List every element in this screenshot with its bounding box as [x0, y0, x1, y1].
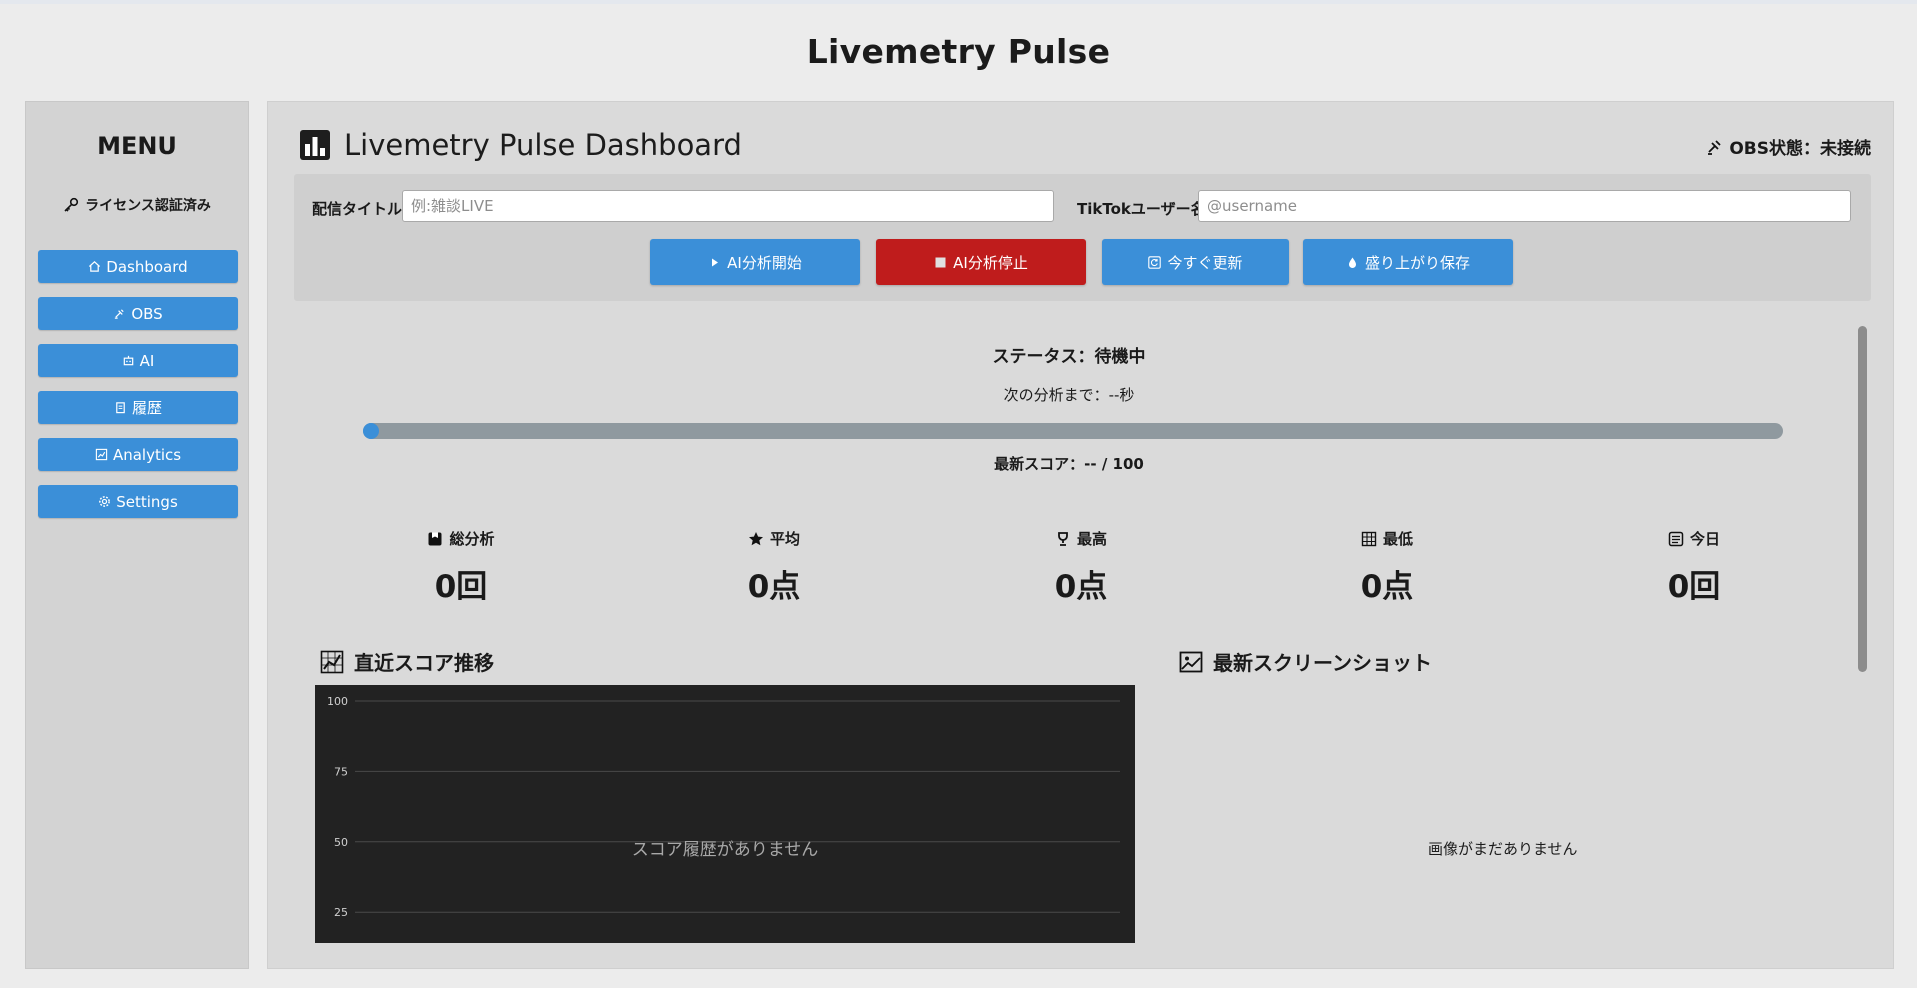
- stat-label: 今日: [1689, 530, 1720, 548]
- key-icon: [64, 197, 79, 212]
- page-title: Livemetry Pulse Dashboard: [344, 128, 742, 162]
- bar-chart-icon: [300, 130, 330, 160]
- app-title: Livemetry Pulse: [806, 32, 1111, 71]
- box-icon: [428, 532, 442, 545]
- screenshot-heading: 最新スクリーンショット: [1179, 647, 1432, 676]
- save-excitement-button[interactable]: 盛り上がり保存: [1303, 239, 1513, 285]
- license-label: ライセンス認証済み: [85, 198, 211, 214]
- gear-icon: [99, 496, 111, 507]
- obs-status-text: OBS状態：未接続: [1729, 139, 1871, 159]
- stream-title-label: 配信タイトル: [312, 200, 403, 218]
- obs-status: OBS状態：未接続: [1705, 134, 1871, 159]
- menu-title: MENU: [97, 132, 177, 160]
- y-tick-label: 50: [334, 836, 348, 849]
- satellite-icon: [1708, 139, 1721, 155]
- drop-icon: [1348, 257, 1356, 268]
- home-icon: [89, 261, 101, 272]
- screenshot-empty-message: 画像がまだありません: [1428, 840, 1578, 858]
- latest-score-text: 最新スコア：-- / 100: [994, 455, 1144, 473]
- start-analysis-label: AI分析開始: [727, 253, 802, 272]
- sidebar-item-dashboard[interactable]: Dashboard: [38, 250, 238, 283]
- robot-icon: [123, 355, 133, 366]
- stat-value: 0回: [434, 569, 488, 605]
- analysis-progress-fill: [363, 423, 379, 439]
- status-text: ステータス：待機中: [992, 347, 1146, 367]
- calendar-icon: [1668, 531, 1684, 546]
- analysis-progress-bar: [363, 423, 1783, 439]
- trophy-icon: [1058, 531, 1068, 546]
- save-excitement-label: 盛り上がり保存: [1364, 253, 1470, 272]
- grid-icon: [1361, 531, 1377, 546]
- satellite-icon: [115, 309, 124, 319]
- score-trend-title: 直近スコア推移: [354, 651, 494, 675]
- stream-title-input[interactable]: [402, 190, 1054, 222]
- sidebar-item-label: Analytics: [112, 445, 182, 464]
- sidebar-nav: Dashboard OBS AI 履歴 Analytics Settings: [38, 250, 238, 532]
- sidebar-item-label: Dashboard: [106, 257, 188, 276]
- scrollbar-thumb[interactable]: [1858, 326, 1867, 672]
- score-trend-heading: 直近スコア推移: [320, 647, 494, 676]
- y-tick-label: 75: [334, 765, 348, 778]
- sidebar-item-obs[interactable]: OBS: [38, 297, 238, 330]
- stat-today: 今日 0回: [1594, 528, 1794, 606]
- start-analysis-button[interactable]: AI分析開始: [650, 239, 860, 285]
- dashboard-title: Livemetry Pulse Dashboard: [298, 128, 742, 162]
- sidebar-item-history[interactable]: 履歴: [38, 391, 238, 424]
- star-icon: [748, 531, 763, 545]
- refresh-now-label: 今すぐ更新: [1167, 253, 1243, 272]
- score-trend-chart: 100 75 50 25 スコア履歴がありません: [315, 685, 1135, 943]
- stat-average: 平均 0点: [674, 528, 874, 606]
- stat-value: 0点: [1360, 569, 1414, 605]
- sidebar-item-label: AI: [139, 351, 155, 370]
- stop-analysis-label: AI分析停止: [953, 253, 1028, 272]
- sidebar-item-ai[interactable]: AI: [38, 344, 238, 377]
- refresh-icon: [1148, 255, 1162, 269]
- stat-lowest: 最低 0点: [1287, 528, 1487, 606]
- y-tick-label: 25: [334, 906, 348, 919]
- sidebar-item-label: OBS: [131, 304, 163, 323]
- license-status: ライセンス認証済み: [26, 195, 248, 215]
- chart-icon: [95, 448, 108, 461]
- stop-icon: [935, 257, 946, 267]
- y-tick-label: 100: [327, 695, 348, 708]
- line-chart-icon: [320, 650, 344, 673]
- stop-analysis-button[interactable]: AI分析停止: [876, 239, 1086, 285]
- stat-label: 総分析: [449, 530, 495, 548]
- tiktok-username-input[interactable]: [1198, 190, 1851, 222]
- stat-value: 0回: [1667, 569, 1721, 605]
- sidebar-item-label: 履歴: [131, 399, 162, 417]
- score-chart-svg: 100 75 50 25 スコア履歴がありません: [327, 695, 1120, 919]
- sidebar: MENU ライセンス認証済み Dashboard OBS AI 履歴 Analy…: [25, 101, 249, 969]
- stat-label: 最低: [1382, 530, 1413, 548]
- stat-total-analyses: 総分析 0回: [361, 528, 561, 606]
- main-panel: Livemetry Pulse Dashboard OBS状態：未接続 配信タイ…: [267, 101, 1894, 969]
- screenshot-title: 最新スクリーンショット: [1213, 651, 1432, 675]
- next-analysis-text: 次の分析まで：--秒: [1003, 386, 1135, 404]
- stat-value: 0点: [1054, 569, 1108, 605]
- document-icon: [116, 402, 125, 414]
- stat-highest: 最高 0点: [981, 528, 1181, 606]
- sidebar-item-analytics[interactable]: Analytics: [38, 438, 238, 471]
- play-icon: [712, 258, 719, 266]
- chart-empty-message: スコア履歴がありません: [632, 840, 819, 860]
- stat-label: 平均: [769, 530, 800, 548]
- stat-label: 最高: [1076, 530, 1107, 548]
- refresh-now-button[interactable]: 今すぐ更新: [1102, 239, 1289, 285]
- controls-panel: 配信タイトル TikTokユーザー名 AI分析開始 AI分析停止 今すぐ更新 盛…: [294, 174, 1871, 301]
- tiktok-username-label: TikTokユーザー名: [1077, 200, 1206, 218]
- sidebar-item-label: Settings: [116, 492, 178, 511]
- image-icon: [1179, 651, 1203, 672]
- sidebar-item-settings[interactable]: Settings: [38, 485, 238, 518]
- stat-value: 0点: [747, 569, 801, 605]
- top-edge: [0, 0, 1917, 4]
